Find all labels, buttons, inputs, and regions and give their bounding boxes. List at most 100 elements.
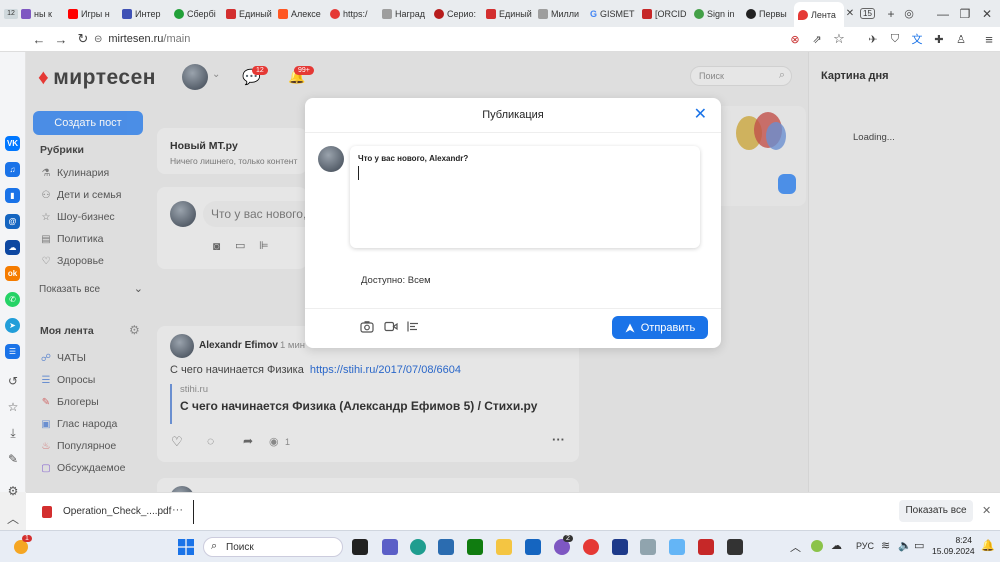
- teams-icon[interactable]: [382, 539, 398, 555]
- stats-icon[interactable]: ▮: [5, 188, 20, 203]
- tray-app-icon[interactable]: [811, 540, 823, 552]
- poll-icon[interactable]: [407, 321, 419, 332]
- tab-count-button[interactable]: 15: [856, 3, 882, 25]
- search-input[interactable]: Поиск ⌕: [690, 66, 792, 86]
- translator-extension-icon[interactable]: 文: [906, 31, 928, 47]
- tab-6[interactable]: https:/: [326, 3, 378, 25]
- collapse-icon[interactable]: ︿: [6, 510, 20, 527]
- ok-icon[interactable]: ok: [5, 266, 20, 281]
- create-post-button[interactable]: Создать пост: [33, 111, 143, 135]
- audience-label[interactable]: Доступно: Всем: [361, 275, 431, 286]
- history-icon[interactable]: ↺: [6, 374, 20, 388]
- mail-icon[interactable]: @: [5, 214, 20, 229]
- address-bar[interactable]: ⊝ mirtesen.ru/main: [94, 33, 190, 45]
- tab-5[interactable]: Алексе: [274, 3, 326, 25]
- feed-bloggers[interactable]: ✎ Блогеры: [40, 396, 99, 408]
- camera-icon[interactable]: ◙: [213, 239, 220, 253]
- menu-icon[interactable]: ≡: [978, 32, 1000, 47]
- settings-icon[interactable]: ⚙: [6, 484, 20, 498]
- tray-chevron-icon[interactable]: ︿: [790, 539, 801, 555]
- tab-first[interactable]: 12 ны к: [0, 3, 64, 25]
- language-indicator[interactable]: РУС: [856, 541, 874, 551]
- shield-icon[interactable]: ⛉: [884, 33, 906, 46]
- docs-icon[interactable]: [698, 539, 714, 555]
- close-download-bar-icon[interactable]: ✕: [982, 504, 991, 517]
- tab-10[interactable]: Милли: [534, 3, 586, 25]
- photos-icon[interactable]: [669, 539, 685, 555]
- feed-chats[interactable]: ☍ ЧАТЫ: [40, 352, 86, 364]
- tab-9[interactable]: Единый: [482, 3, 534, 25]
- copilot-icon[interactable]: ◎: [900, 7, 918, 20]
- task-view-icon[interactable]: [352, 539, 368, 555]
- like-icon[interactable]: ♡: [171, 434, 183, 450]
- tab-3[interactable]: Сбербi: [170, 3, 222, 25]
- weather-icon[interactable]: [14, 540, 28, 554]
- show-all-downloads-button[interactable]: Показать все: [899, 500, 973, 522]
- yandex-icon[interactable]: [583, 539, 599, 555]
- music-icon[interactable]: ♫: [5, 162, 20, 177]
- downloads-icon[interactable]: ⤓: [6, 426, 20, 441]
- video-icon[interactable]: ▭: [235, 239, 245, 252]
- minimize-icon[interactable]: —: [934, 7, 952, 21]
- tab-2[interactable]: Интер: [118, 3, 170, 25]
- download-filename[interactable]: Operation_Check_....pdf: [63, 506, 171, 517]
- wifi-icon[interactable]: ≋: [881, 539, 890, 552]
- whats-new-input[interactable]: Что у вас нового,: [203, 201, 307, 227]
- tab-active[interactable]: Лента: [794, 2, 844, 27]
- rocket-icon[interactable]: ✈: [862, 33, 884, 46]
- translate-icon[interactable]: ⊗: [784, 33, 806, 46]
- promo-button[interactable]: [778, 174, 796, 194]
- notification-center-icon[interactable]: 🔔: [981, 539, 995, 552]
- feed-settings-icon[interactable]: ⚙: [129, 323, 140, 337]
- download-more-icon[interactable]: ···: [172, 504, 183, 516]
- rubric-health[interactable]: ♡ Здоровье: [40, 255, 104, 267]
- rubric-showbiz[interactable]: ☆ Шоу-бизнес: [40, 211, 115, 223]
- tab-4[interactable]: Единый: [222, 3, 274, 25]
- rubric-cooking[interactable]: ⚗ Кулинария: [40, 167, 110, 179]
- battery-icon[interactable]: ▭: [914, 539, 924, 552]
- feed-discussed[interactable]: ▢ Обсуждаемое: [40, 462, 125, 474]
- more-icon[interactable]: ···: [552, 432, 565, 447]
- forward-icon[interactable]: →: [50, 32, 72, 47]
- onedrive-icon[interactable]: ☁: [831, 539, 842, 552]
- xbox-icon[interactable]: [467, 539, 483, 555]
- cloud-icon[interactable]: ☁: [5, 240, 20, 255]
- tab-14[interactable]: Первы: [742, 3, 794, 25]
- profile-icon[interactable]: ♙: [950, 33, 972, 46]
- favorites-icon[interactable]: ☆: [6, 400, 20, 414]
- feed-popular[interactable]: ♨ Популярное: [40, 440, 117, 452]
- store-icon[interactable]: [438, 539, 454, 555]
- whatsapp-icon[interactable]: ✆: [5, 292, 20, 307]
- list-icon[interactable]: ☰: [5, 344, 20, 359]
- tab-7[interactable]: Наград: [378, 3, 430, 25]
- tab-13[interactable]: Sign in: [690, 3, 742, 25]
- show-all-rubrics[interactable]: Показать все ⌄: [39, 283, 143, 295]
- poll-icon[interactable]: ⊫: [259, 239, 269, 252]
- close-tab-icon[interactable]: ✕: [844, 8, 856, 19]
- start-icon[interactable]: [178, 539, 194, 555]
- taskbar-search[interactable]: ⌕ Поиск: [203, 537, 343, 557]
- terminal-icon[interactable]: [727, 539, 743, 555]
- site-logo[interactable]: ♦ миртесен: [38, 66, 156, 90]
- close-icon[interactable]: ✕: [694, 106, 707, 124]
- reload-icon[interactable]: ↻: [72, 31, 94, 47]
- new-mt-card[interactable]: Новый МТ.ру Ничего лишнего, только конте…: [157, 128, 307, 174]
- file-explorer-icon[interactable]: [496, 539, 512, 555]
- rubric-politics[interactable]: ▤ Политика: [40, 233, 103, 245]
- video-icon[interactable]: [384, 321, 398, 332]
- send-button[interactable]: Отправить: [612, 316, 708, 339]
- camera-icon[interactable]: [360, 320, 374, 333]
- share-icon[interactable]: ➦: [243, 434, 253, 448]
- tab-8[interactable]: Серио:: [430, 3, 482, 25]
- rubric-family[interactable]: ⚇ Дети и семья: [40, 189, 122, 201]
- restore-icon[interactable]: ❐: [956, 7, 974, 21]
- new-tab-icon[interactable]: +: [882, 7, 900, 21]
- tab-1[interactable]: Игры н: [64, 3, 118, 25]
- author-avatar[interactable]: [170, 334, 194, 358]
- close-window-icon[interactable]: ✕: [978, 7, 996, 21]
- user-avatar[interactable]: [182, 64, 208, 90]
- chevron-down-icon[interactable]: ⌄: [212, 69, 220, 80]
- favorite-star-icon[interactable]: ☆: [828, 31, 850, 47]
- extensions-icon[interactable]: ✚: [928, 33, 950, 46]
- volume-icon[interactable]: 🔈: [898, 539, 912, 552]
